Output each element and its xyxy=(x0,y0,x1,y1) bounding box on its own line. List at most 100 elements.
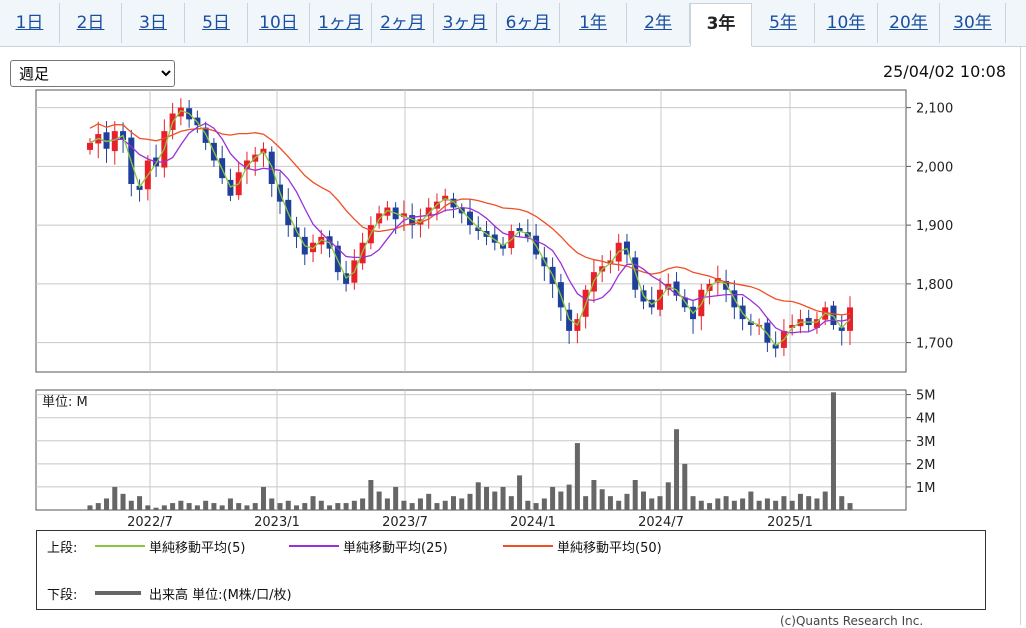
volume-bar xyxy=(624,493,630,510)
legend-volume: 出来高 単位:(M株/口/枚) xyxy=(149,588,292,603)
volume-bar xyxy=(748,491,754,510)
legend-ma50-line xyxy=(503,545,553,547)
volume-bar xyxy=(310,496,316,510)
volume-bar xyxy=(417,498,423,510)
volume-bar xyxy=(599,489,605,510)
volume-bar xyxy=(294,505,300,510)
volume-bar xyxy=(475,482,481,510)
volume-bar xyxy=(839,496,845,510)
volume-bar xyxy=(674,429,680,510)
volume-bar xyxy=(104,498,110,510)
volume-bar xyxy=(814,498,820,510)
volume-bar xyxy=(715,498,721,510)
volume-bar xyxy=(690,496,696,510)
x-tick-label: 2023/7 xyxy=(382,515,428,530)
candle-body xyxy=(87,142,93,150)
volume-bar xyxy=(318,500,324,510)
volume-bar xyxy=(95,503,101,510)
price-tick-label: 2,000 xyxy=(916,160,953,175)
volume-bar xyxy=(640,491,646,510)
copyright: (c)Quants Research Inc. xyxy=(780,614,924,628)
volume-bar xyxy=(847,503,853,510)
x-tick-label: 2023/1 xyxy=(254,515,300,530)
volume-bar xyxy=(343,503,349,510)
volume-bar xyxy=(227,498,233,510)
volume-bar xyxy=(756,500,762,510)
volume-bar xyxy=(219,505,225,510)
volume-bar xyxy=(145,505,151,510)
price-tick-label: 1,800 xyxy=(916,278,953,293)
volume-bar xyxy=(682,463,688,510)
volume-bar xyxy=(517,475,523,510)
volume-plot-area xyxy=(35,389,907,511)
volume-bar xyxy=(508,496,514,510)
volume-bar xyxy=(723,496,729,510)
volume-bar xyxy=(500,486,506,510)
volume-bar xyxy=(607,496,613,510)
price-tick-label: 2,100 xyxy=(916,102,953,117)
legend: 上段: 単純移動平均(5) 単純移動平均(25) 単純移動平均(50) 下段: … xyxy=(36,530,986,610)
volume-bar xyxy=(376,491,382,510)
candle-body xyxy=(177,107,184,117)
volume-bar xyxy=(401,500,407,510)
volume-bar xyxy=(252,503,258,510)
volume-bar xyxy=(161,505,167,510)
volume-bar xyxy=(591,480,597,510)
volume-unit-label: 単位: M xyxy=(42,394,88,410)
volume-bar xyxy=(550,486,556,510)
x-tick-label: 2024/7 xyxy=(638,515,684,530)
volume-bar xyxy=(525,500,531,510)
volume-tick-label: 4M xyxy=(916,412,936,427)
volume-tick-label: 5M xyxy=(916,389,936,404)
volume-bar xyxy=(120,493,126,510)
volume-bar xyxy=(260,486,266,510)
volume-bar xyxy=(269,498,275,510)
legend-ma25: 単純移動平均(25) xyxy=(343,541,448,556)
volume-bar xyxy=(781,496,787,510)
volume-bar xyxy=(277,503,283,510)
legend-volume-line xyxy=(95,591,141,595)
legend-ma5-line xyxy=(95,545,145,547)
x-tick-label: 2024/1 xyxy=(510,515,556,530)
volume-bar xyxy=(186,503,192,510)
volume-bar xyxy=(797,493,803,510)
volume-bar xyxy=(492,491,498,510)
volume-bar xyxy=(194,505,200,510)
volume-bar xyxy=(409,503,415,510)
legend-ma25-line xyxy=(289,545,339,547)
volume-bar xyxy=(789,500,795,510)
volume-bar xyxy=(393,486,399,510)
volume-bar xyxy=(450,496,456,510)
volume-bar xyxy=(178,500,184,510)
volume-bar xyxy=(822,491,828,510)
volume-bar xyxy=(112,486,118,510)
volume-bar xyxy=(484,486,490,510)
x-tick-label: 2022/7 xyxy=(127,515,173,530)
price-tick-label: 1,700 xyxy=(916,337,953,352)
volume-bar xyxy=(731,500,737,510)
volume-bar xyxy=(558,491,564,510)
candle-body xyxy=(334,245,341,273)
volume-bar xyxy=(541,498,547,510)
volume-tick-label: 2M xyxy=(916,458,936,473)
volume-bar xyxy=(649,498,655,510)
volume-bar xyxy=(434,503,440,510)
volume-bar xyxy=(533,503,539,510)
volume-bar xyxy=(773,500,779,510)
volume-bar xyxy=(285,500,291,510)
volume-bar xyxy=(203,500,209,510)
volume-bar xyxy=(244,505,250,510)
volume-bar xyxy=(351,500,357,510)
legend-ma5: 単純移動平均(5) xyxy=(149,541,246,556)
volume-bar xyxy=(830,392,836,510)
volume-bar xyxy=(566,484,572,510)
volume-bar xyxy=(211,503,217,510)
volume-bar xyxy=(368,480,374,510)
volume-bar xyxy=(806,496,812,510)
volume-bar xyxy=(87,505,93,510)
price-tick-label: 1,900 xyxy=(916,219,953,234)
legend-upper-label: 上段: xyxy=(47,541,78,556)
volume-bar xyxy=(632,480,638,510)
volume-bar xyxy=(574,443,580,510)
volume-tick-label: 3M xyxy=(916,435,936,450)
